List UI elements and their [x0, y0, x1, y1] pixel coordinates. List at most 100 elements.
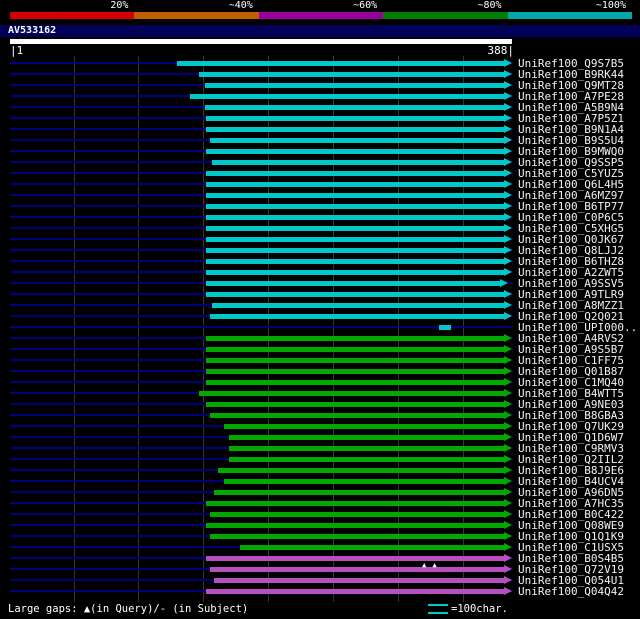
hit-bar-arrowhead — [504, 565, 512, 573]
scale-legend-text: =100char. — [451, 603, 508, 615]
hit-bar[interactable] — [224, 424, 504, 429]
hit-bar-arrowhead — [504, 312, 512, 320]
hit-bar[interactable] — [190, 94, 504, 99]
hit-bar[interactable] — [204, 83, 504, 88]
hit-bar-arrowhead — [504, 367, 512, 375]
hit-bar-arrowhead — [504, 180, 512, 188]
hit-bar[interactable] — [217, 468, 504, 473]
hit-bar[interactable] — [205, 281, 501, 286]
hit-bar-arrowhead — [504, 499, 512, 507]
hit-bar[interactable] — [205, 523, 504, 528]
hit-bar-arrowhead — [504, 246, 512, 254]
hit-bar-arrowhead — [504, 444, 512, 452]
hit-bar-arrowhead — [504, 224, 512, 232]
hit-bar[interactable] — [199, 391, 504, 396]
scale-label: ~80% — [477, 0, 502, 11]
hit-bar[interactable] — [209, 567, 504, 572]
hit-bar-arrowhead — [504, 202, 512, 210]
hit-bar-arrowhead — [504, 532, 512, 540]
hit-bar-arrowhead — [504, 510, 512, 518]
hit-bar[interactable] — [209, 534, 504, 539]
hit-bar-arrowhead — [504, 543, 512, 551]
query-extent-line — [10, 326, 513, 328]
hit-bar[interactable] — [209, 314, 504, 319]
hit-bar[interactable] — [212, 160, 504, 165]
query-name: AV533162 — [8, 25, 57, 36]
hit-bar[interactable] — [205, 248, 504, 253]
hit-bar[interactable] — [439, 325, 452, 330]
query-bar — [10, 39, 512, 44]
hit-bar-arrowhead — [504, 147, 512, 155]
scale-segment — [134, 12, 259, 19]
hit-bar[interactable] — [229, 446, 504, 451]
hit-bar[interactable] — [205, 182, 504, 187]
hit-bar-arrowhead — [504, 400, 512, 408]
hit-bar-arrowhead — [504, 422, 512, 430]
hit-bar[interactable] — [224, 479, 504, 484]
hit-bar[interactable] — [205, 369, 504, 374]
hit-bar[interactable] — [213, 578, 504, 583]
hit-bar[interactable] — [177, 61, 504, 66]
hit-bar-arrowhead — [504, 301, 512, 309]
hit-bar[interactable] — [205, 556, 504, 561]
hit-bar-arrowhead — [504, 455, 512, 463]
large-gaps-legend: Large gaps: ▲(in Query)/- (in Subject) — [8, 603, 249, 615]
hit-bar[interactable] — [205, 215, 504, 220]
hit-bar-arrowhead — [504, 114, 512, 122]
hit-bar-arrowhead — [504, 136, 512, 144]
hit-bar[interactable] — [205, 127, 504, 132]
hit-bar[interactable] — [205, 204, 504, 209]
hit-bar-arrowhead — [504, 378, 512, 386]
footer-legend: Large gaps: ▲(in Query)/- (in Subject) =… — [0, 602, 640, 616]
hit-label[interactable]: UniRef100_Q04Q42 — [518, 586, 624, 597]
hit-bar[interactable] — [199, 72, 504, 77]
hit-bar-arrowhead — [504, 345, 512, 353]
hit-bar[interactable] — [212, 303, 504, 308]
hit-bar-arrowhead — [504, 103, 512, 111]
hit-bar-arrowhead — [504, 81, 512, 89]
hit-bar[interactable] — [209, 138, 504, 143]
hit-bar[interactable] — [205, 171, 504, 176]
hit-bar[interactable] — [205, 193, 504, 198]
hit-bar[interactable] — [229, 457, 504, 462]
hit-bar[interactable] — [239, 545, 504, 550]
hit-bar[interactable] — [205, 589, 504, 594]
hit-bar-arrowhead — [504, 488, 512, 496]
hit-bar[interactable] — [204, 105, 504, 110]
hit-bar-arrowhead — [504, 213, 512, 221]
hit-bar[interactable] — [205, 237, 504, 242]
hit-bar[interactable] — [205, 270, 504, 275]
hit-bar[interactable] — [205, 347, 504, 352]
hit-bar-arrowhead — [504, 576, 512, 584]
hit-bar-arrowhead — [504, 477, 512, 485]
scale-label: ~40% — [228, 0, 253, 11]
hit-bar[interactable] — [205, 149, 504, 154]
hit-bar-arrowhead — [504, 92, 512, 100]
hit-bar-arrowhead — [504, 334, 512, 342]
hit-bar[interactable] — [205, 116, 504, 121]
hit-bar-arrowhead — [504, 235, 512, 243]
hit-bar[interactable] — [205, 380, 504, 385]
hit-bar[interactable] — [209, 413, 504, 418]
scale-segment — [10, 12, 135, 19]
blast-graphic-overview: 20% ~40% ~60% ~80% ~100% AV533162 |1 388| Un… — [0, 0, 640, 619]
hit-bar[interactable] — [205, 402, 504, 407]
scale-legend: =100char. — [428, 602, 508, 616]
hit-bar[interactable] — [205, 259, 504, 264]
hit-bar-arrowhead — [504, 191, 512, 199]
hit-bar[interactable] — [205, 226, 504, 231]
hit-bar[interactable] — [205, 501, 504, 506]
ruler: |1 388| — [10, 45, 514, 56]
scale-segment — [507, 12, 632, 19]
hit-row: UniRef100_Q04Q42 — [0, 586, 640, 597]
hit-bar[interactable] — [213, 490, 504, 495]
gap-marker-icon: ▲ — [422, 561, 427, 569]
hit-bar-arrowhead — [504, 433, 512, 441]
hit-bar[interactable] — [205, 292, 504, 297]
hit-bar[interactable] — [205, 358, 504, 363]
hit-bar-arrowhead — [504, 257, 512, 265]
hit-bar[interactable] — [209, 512, 504, 517]
ruler-end-label: 388| — [487, 44, 515, 57]
hit-bar[interactable] — [205, 336, 504, 341]
hit-bar[interactable] — [229, 435, 504, 440]
